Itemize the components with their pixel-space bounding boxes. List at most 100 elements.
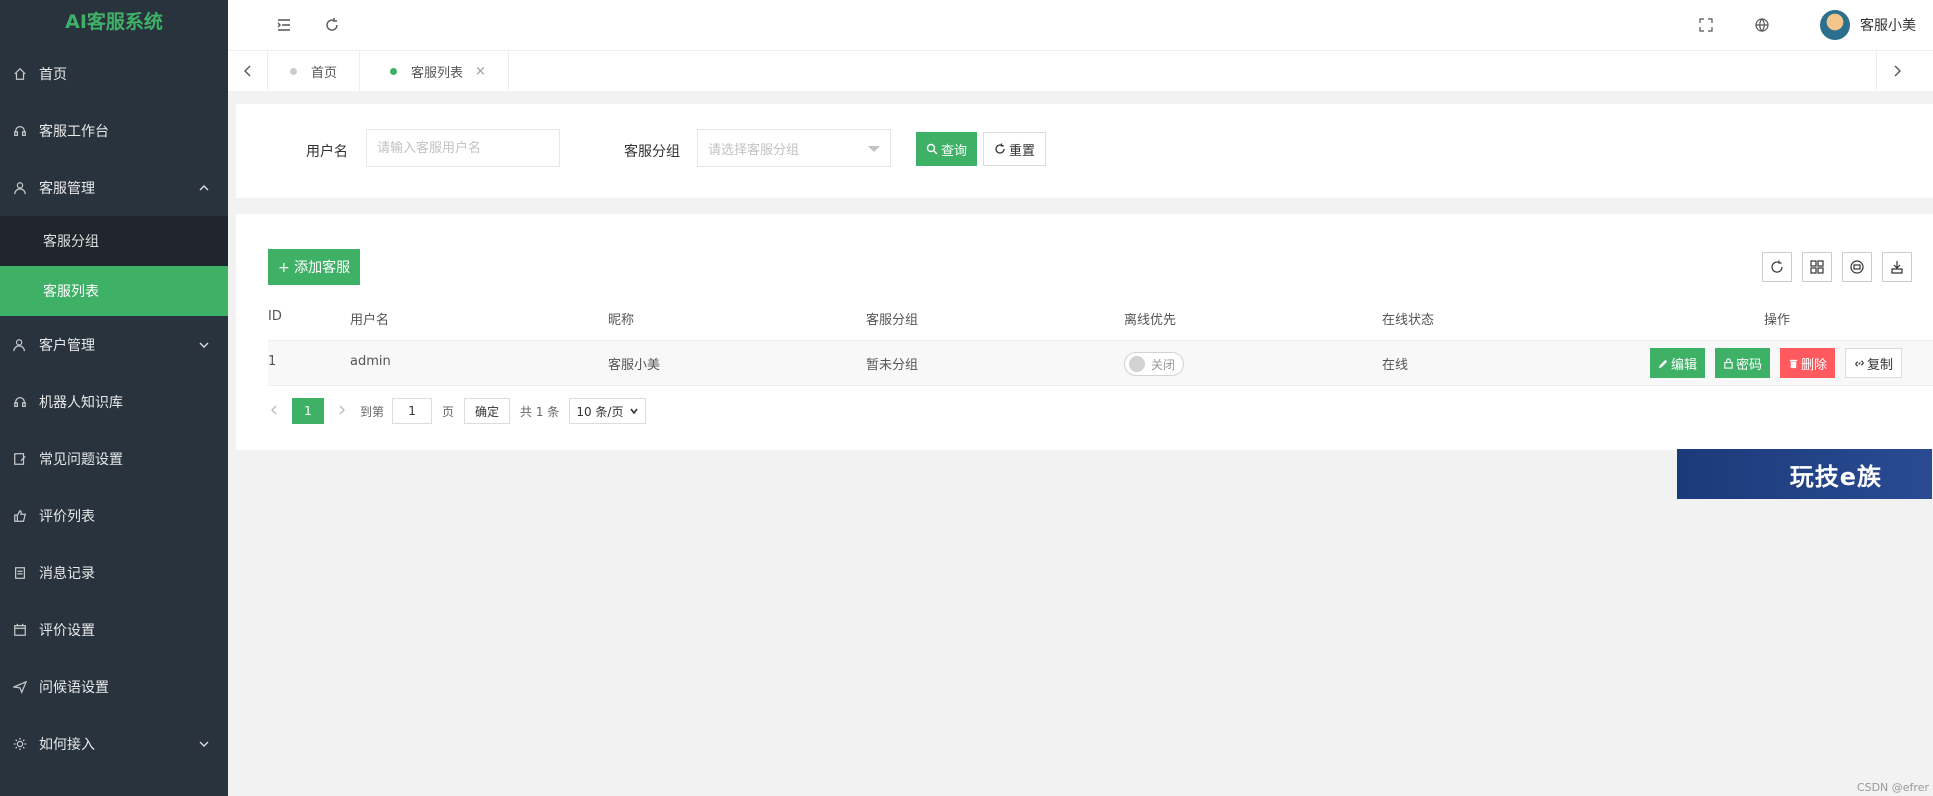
- page-size-value: 10 条/页: [576, 404, 624, 419]
- table-refresh-button[interactable]: [1762, 252, 1792, 282]
- sidebar-item-label: 消息记录: [39, 565, 95, 582]
- user-name: 客服小美: [1860, 18, 1916, 34]
- tabs-scroll-right-button[interactable]: [1876, 51, 1916, 91]
- column-header-group: 客服分组: [866, 313, 919, 328]
- chevron-left-icon: [243, 65, 250, 77]
- sidebar-item-label: 评价设置: [39, 622, 95, 639]
- chevron-right-icon: [339, 405, 345, 414]
- sidebar-item-how-to-integrate[interactable]: 如何接入: [0, 715, 228, 772]
- tab-label: 首页: [311, 65, 338, 81]
- sidebar-item-agent-management[interactable]: 客服管理: [0, 159, 228, 216]
- sidebar-item-review-list[interactable]: 评价列表: [0, 487, 228, 544]
- username-search-input[interactable]: [366, 129, 560, 167]
- delete-button-label: 删除: [1801, 357, 1828, 373]
- column-header-offline-first: 离线优先: [1124, 313, 1177, 328]
- cell-username: admin: [350, 354, 391, 369]
- fullscreen-button[interactable]: [1690, 9, 1722, 41]
- total-count: 共 1 条: [520, 404, 560, 419]
- sidebar-item-robot-knowledge[interactable]: 机器人知识库: [0, 373, 228, 430]
- copy-button-label: 复制: [1867, 357, 1894, 373]
- caret-down-icon: [868, 146, 880, 152]
- tab-home[interactable]: 首页: [268, 51, 361, 91]
- group-label: 客服分组: [624, 144, 680, 160]
- column-header-actions: 操作: [1764, 313, 1791, 328]
- refresh-icon: [326, 18, 338, 31]
- cell-nickname: 客服小美: [608, 358, 661, 373]
- fullscreen-icon: [1699, 18, 1713, 32]
- sidebar-item-faq-settings[interactable]: 常见问题设置: [0, 430, 228, 487]
- menu-fold-icon: [277, 19, 290, 31]
- page-unit-label: 页: [442, 404, 455, 419]
- sidebar-item-label: 评价列表: [39, 508, 95, 525]
- top-header: 客服小美: [228, 0, 1933, 50]
- chevron-right-icon: [1894, 65, 1901, 77]
- table-columns-button[interactable]: [1802, 252, 1832, 282]
- edit-button[interactable]: 编辑: [1650, 348, 1706, 378]
- copy-button[interactable]: 复制: [1845, 348, 1903, 378]
- cell-group: 暂未分组: [866, 358, 919, 373]
- password-button[interactable]: 密码: [1715, 348, 1771, 378]
- tab-agent-list[interactable]: 客服列表 ×: [368, 51, 509, 91]
- close-icon[interactable]: ×: [475, 64, 486, 79]
- search-icon: [926, 143, 938, 155]
- sidebar-item-review-settings[interactable]: 评价设置: [0, 601, 228, 658]
- agent-management-submenu: 客服分组 客服列表: [0, 216, 228, 316]
- globe-icon: [1755, 18, 1769, 32]
- chevron-up-icon: [198, 182, 210, 194]
- users-icon: [13, 338, 27, 352]
- sidebar-item-label: 如何接入: [39, 736, 95, 753]
- sidebar-item-label: 客户管理: [39, 337, 95, 354]
- app-logo: AI客服系统: [65, 11, 163, 33]
- group-select[interactable]: 请选择客服分组: [697, 129, 891, 167]
- language-button[interactable]: [1746, 9, 1778, 41]
- prev-page-button[interactable]: [268, 404, 280, 419]
- username-label: 用户名: [306, 144, 348, 160]
- reset-button-label: 重置: [1009, 143, 1036, 159]
- goto-confirm-button[interactable]: 确定: [464, 398, 511, 424]
- sidebar: AI客服系统 首页 客服工作台 客服管理 客服分组 客服列表 客户管理 机器人知…: [0, 0, 228, 796]
- print-icon: [1850, 260, 1864, 274]
- current-page[interactable]: 1: [292, 398, 324, 424]
- tabs-scroll-left-button[interactable]: [228, 51, 268, 91]
- headset-icon: [13, 395, 27, 409]
- goto-label: 到第: [360, 404, 385, 419]
- column-header-online-status: 在线状态: [1382, 313, 1435, 328]
- add-agent-button[interactable]: + 添加客服: [268, 249, 361, 285]
- sidebar-item-customer-management[interactable]: 客户管理: [0, 316, 228, 373]
- user-icon: [13, 181, 27, 195]
- sidebar-subitem-agent-groups[interactable]: 客服分组: [0, 216, 228, 266]
- refresh-page-button[interactable]: [316, 9, 348, 41]
- table-export-button[interactable]: [1882, 252, 1912, 282]
- watermark: CSDN @efrer: [1856, 781, 1929, 794]
- reset-button[interactable]: 重置: [983, 132, 1047, 166]
- cell-id: 1: [268, 354, 277, 369]
- query-button[interactable]: 查询: [916, 132, 978, 166]
- page-size-select[interactable]: 10 条/页: [569, 398, 647, 424]
- sidebar-item-label: 客服工作台: [39, 123, 109, 140]
- chevron-left-icon: [271, 405, 277, 414]
- next-page-button[interactable]: [336, 404, 348, 419]
- sidebar-subitem-agent-list[interactable]: 客服列表: [0, 266, 228, 316]
- column-header-nickname: 昵称: [608, 313, 635, 328]
- table-print-button[interactable]: [1842, 252, 1872, 282]
- gear-icon: [13, 737, 27, 751]
- link-icon: [1855, 359, 1864, 367]
- user-menu[interactable]: 客服小美: [1820, 5, 1916, 45]
- chevron-down-icon: [198, 738, 210, 750]
- group-select-placeholder: 请选择客服分组: [708, 142, 800, 158]
- sidebar-item-home[interactable]: 首页: [0, 45, 228, 102]
- sidebar-item-workbench[interactable]: 客服工作台: [0, 102, 228, 159]
- promo-banner: 玩技e族: [1677, 449, 1932, 499]
- table-panel: + 添加客服 ID 用户名 昵称 客服分组 离线优先 在线状态 操作 1 adm…: [236, 214, 1933, 450]
- lock-icon: [1724, 357, 1733, 369]
- refresh-icon: [995, 143, 1005, 154]
- search-panel: 用户名 客服分组 请选择客服分组 查询 重置: [236, 104, 1933, 198]
- offline-first-switch[interactable]: 关闭: [1124, 352, 1184, 376]
- sidebar-item-message-records[interactable]: 消息记录: [0, 544, 228, 601]
- goto-page-input[interactable]: [392, 398, 433, 424]
- delete-button[interactable]: 删除: [1780, 348, 1836, 378]
- sidebar-item-greeting-settings[interactable]: 问候语设置: [0, 658, 228, 715]
- menu-toggle-button[interactable]: [268, 9, 300, 41]
- column-header-username: 用户名: [350, 313, 390, 328]
- document-icon: [13, 566, 27, 580]
